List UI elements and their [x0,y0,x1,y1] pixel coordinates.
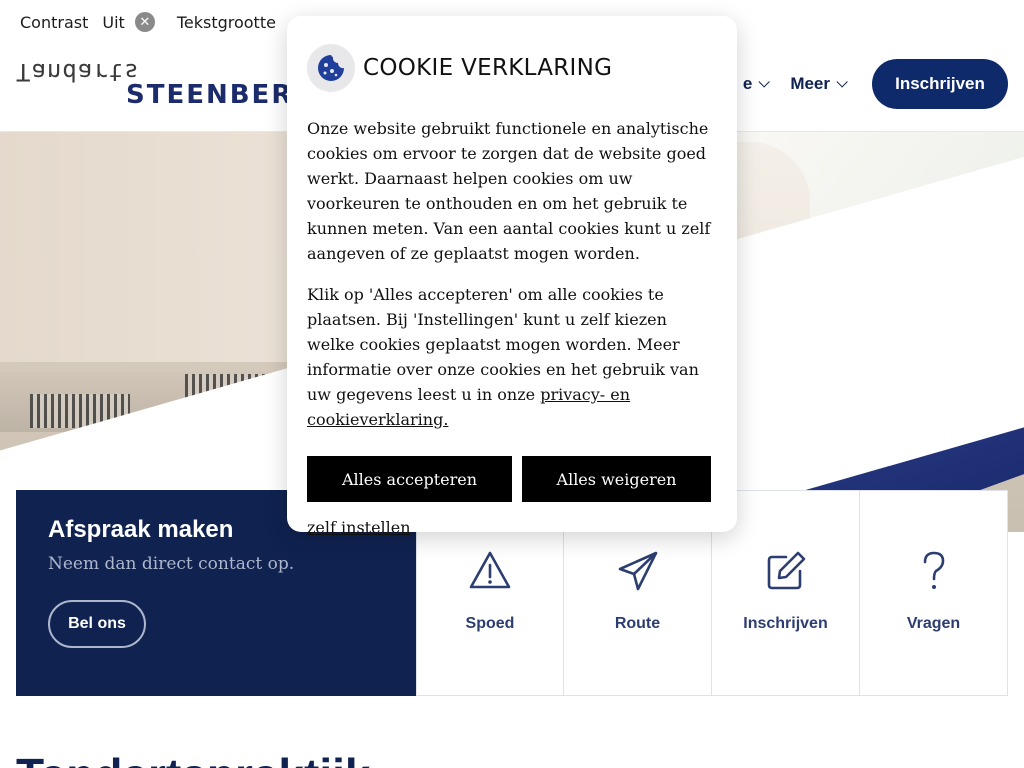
refuse-all-button[interactable]: Alles weigeren [522,456,711,502]
cookie-paragraph-2-text: Klik op 'Alles accepteren' om alle cooki… [307,285,699,404]
cookie-modal-actions: Alles accepteren Alles weigeren [307,456,717,502]
cookie-paragraph-1: Onze website gebruikt functionele en ana… [307,119,711,263]
cookie-icon [307,44,355,92]
cookie-modal-title: COOKIE VERKLARING [363,55,613,81]
cookie-paragraph-2: Klik op 'Alles accepteren' om alle cooki… [307,282,717,432]
cookie-modal-header: COOKIE VERKLARING [307,44,717,92]
accept-all-button[interactable]: Alles accepteren [307,456,512,502]
cookie-settings-link[interactable]: zelf instellen [307,518,411,537]
cookie-modal: COOKIE VERKLARING Onze website gebruikt … [287,16,737,537]
